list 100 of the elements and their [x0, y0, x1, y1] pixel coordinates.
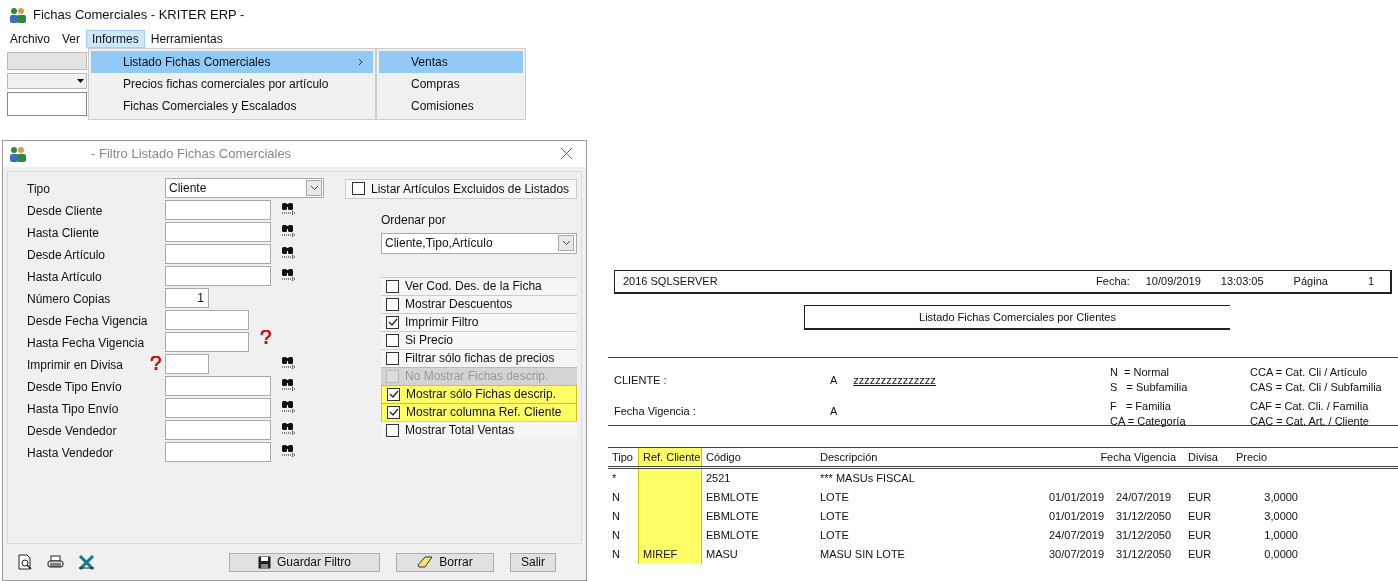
legend-entry: CCA = Cat. Cli / Artículo	[1250, 365, 1369, 379]
legend-entry: N = Normal	[1110, 365, 1170, 379]
table-cell-text: EUR	[1187, 547, 1213, 563]
legend-entry: CA = Categoría	[1110, 414, 1187, 428]
checkbox[interactable]	[352, 182, 365, 195]
table-cell-text: EUR	[1187, 509, 1213, 525]
column-header: Precio	[1235, 449, 1269, 465]
dropdown-button[interactable]	[306, 179, 322, 196]
field-label: Tipo	[27, 180, 51, 198]
checkbox[interactable]	[386, 297, 399, 311]
table-cell-text: MASU	[705, 547, 739, 563]
menu-item[interactable]: Ventas	[379, 50, 523, 73]
people-icon	[9, 145, 27, 162]
table-cell-text: LOTE	[819, 528, 850, 544]
column-header: Ref. Cliente	[638, 448, 702, 466]
field-label: Hasta Tipo Envío	[27, 400, 120, 418]
field-label: Hasta Vendedor	[27, 444, 115, 462]
field-label: Hasta Cliente	[27, 224, 101, 242]
input-field[interactable]	[165, 265, 271, 286]
menu-item[interactable]: Fichas Comerciales y Escalados	[91, 94, 373, 117]
order-label: Ordenar por	[381, 211, 447, 229]
table-cell-text: LOTE	[819, 490, 850, 506]
table-cell-text: 24/07/2019	[1115, 490, 1173, 506]
menu-bar-item[interactable]: Ver	[56, 29, 87, 48]
dialog-button[interactable]: Borrar	[396, 552, 494, 572]
menu-item[interactable]: Precios fichas comerciales por artículo	[91, 72, 373, 95]
menu-item[interactable]: Comisiones	[379, 94, 523, 117]
input-field[interactable]	[165, 419, 271, 440]
input-field[interactable]: 1	[165, 287, 209, 308]
input-field[interactable]	[7, 91, 87, 116]
input-field[interactable]	[165, 441, 271, 462]
dialog-button[interactable]: Salir	[510, 552, 556, 572]
table-cell-text: 3,0000	[1263, 490, 1299, 506]
table-cell-text: 31/12/2050	[1115, 528, 1173, 544]
table-cell-text: EBMLOTE	[705, 528, 760, 544]
table-cell-text: N	[611, 547, 621, 563]
menu-bar-item[interactable]: Herramientas	[144, 29, 229, 48]
table-cell-text: EBMLOTE	[705, 509, 760, 525]
menu-item[interactable]: Listado Fichas Comerciales	[91, 50, 373, 73]
date-label: Fecha:	[1096, 274, 1130, 290]
column-header: Tipo	[611, 449, 634, 465]
dialog-button[interactable]: Guardar Filtro	[229, 552, 380, 572]
checkbox[interactable]	[386, 315, 399, 329]
legend-entry: CAS = Cat. Cli / Subfamilia	[1250, 380, 1382, 394]
filter-label: CLIENTE :	[614, 373, 668, 388]
checkbox[interactable]	[386, 351, 399, 365]
menu-bar-item[interactable]: Archivo	[4, 29, 56, 48]
legend-entry: S = Subfamilia	[1110, 380, 1189, 394]
table-cell-text: 01/01/2019	[1048, 509, 1106, 525]
input-field[interactable]	[165, 331, 249, 352]
dropdown-button[interactable]	[558, 235, 574, 251]
checkbox[interactable]	[386, 423, 399, 437]
field-label: Desde Fecha Vigencia	[27, 312, 149, 330]
column-header: Descripción	[819, 449, 879, 465]
page-number: 1	[1367, 274, 1374, 290]
menu-item[interactable]: Compras	[379, 72, 523, 95]
window-title: Fichas Comerciales - KRITER ERP -	[33, 6, 245, 24]
question-icon[interactable]	[259, 329, 273, 344]
checkbox[interactable]	[386, 279, 399, 293]
field-label: Desde Vendedor	[27, 422, 118, 440]
checkbox-row[interactable]: Listar Artículos Excluidos de Listados	[345, 178, 577, 199]
type-dropdown[interactable]: Cliente	[165, 177, 324, 198]
eraser-icon	[417, 556, 434, 568]
input-field[interactable]	[165, 243, 271, 264]
report-title: Listado Fichas Comerciales por Clientes	[919, 309, 1116, 325]
checkbox[interactable]	[387, 387, 400, 401]
print-preview-icon[interactable]	[17, 554, 33, 570]
highlighted-cell	[638, 469, 702, 488]
column-header: Código	[705, 449, 742, 465]
question-icon[interactable]	[149, 355, 163, 370]
input-field[interactable]	[165, 375, 271, 396]
table-cell-text: N	[611, 528, 621, 544]
people-icon	[9, 6, 27, 23]
field-label: Hasta Artículo	[27, 268, 103, 286]
table-cell-text: EBMLOTE	[705, 490, 760, 506]
input-field[interactable]	[165, 353, 209, 374]
table-cell-text: 30/07/2019	[1048, 547, 1106, 563]
input-field[interactable]	[165, 221, 271, 242]
spreadsheet-icon[interactable]	[78, 554, 95, 570]
legend-entry: F = Familia	[1110, 399, 1172, 413]
field-label: Desde Tipo Envío	[27, 378, 123, 396]
order-dropdown[interactable]: Cliente,Tipo,Artículo	[381, 232, 577, 254]
option-row[interactable]: Ver Cod. Des. de la Ficha	[381, 276, 577, 295]
close-icon[interactable]	[561, 148, 572, 159]
checkbox[interactable]	[386, 333, 399, 347]
field-label: Desde Cliente	[27, 202, 104, 220]
menu-bar-item[interactable]: Informes	[86, 29, 145, 48]
field-label: Hasta Fecha Vigencia	[27, 334, 146, 352]
report-date: 10/09/2019	[1145, 274, 1201, 290]
printer-icon[interactable]	[47, 554, 64, 570]
checkmark-icon	[387, 317, 398, 327]
input-field[interactable]	[165, 199, 271, 220]
filter-label: Fecha Vigencia :	[614, 403, 697, 419]
legend-entry: CAC = Cat. Art. / Cliente	[1250, 414, 1370, 428]
table-cell-text: EUR	[1187, 528, 1213, 544]
input-field[interactable]	[165, 309, 249, 330]
checkbox[interactable]	[387, 405, 400, 419]
filter-from: A	[830, 403, 838, 419]
input-field[interactable]	[165, 397, 271, 418]
checkmark-icon	[388, 407, 399, 417]
